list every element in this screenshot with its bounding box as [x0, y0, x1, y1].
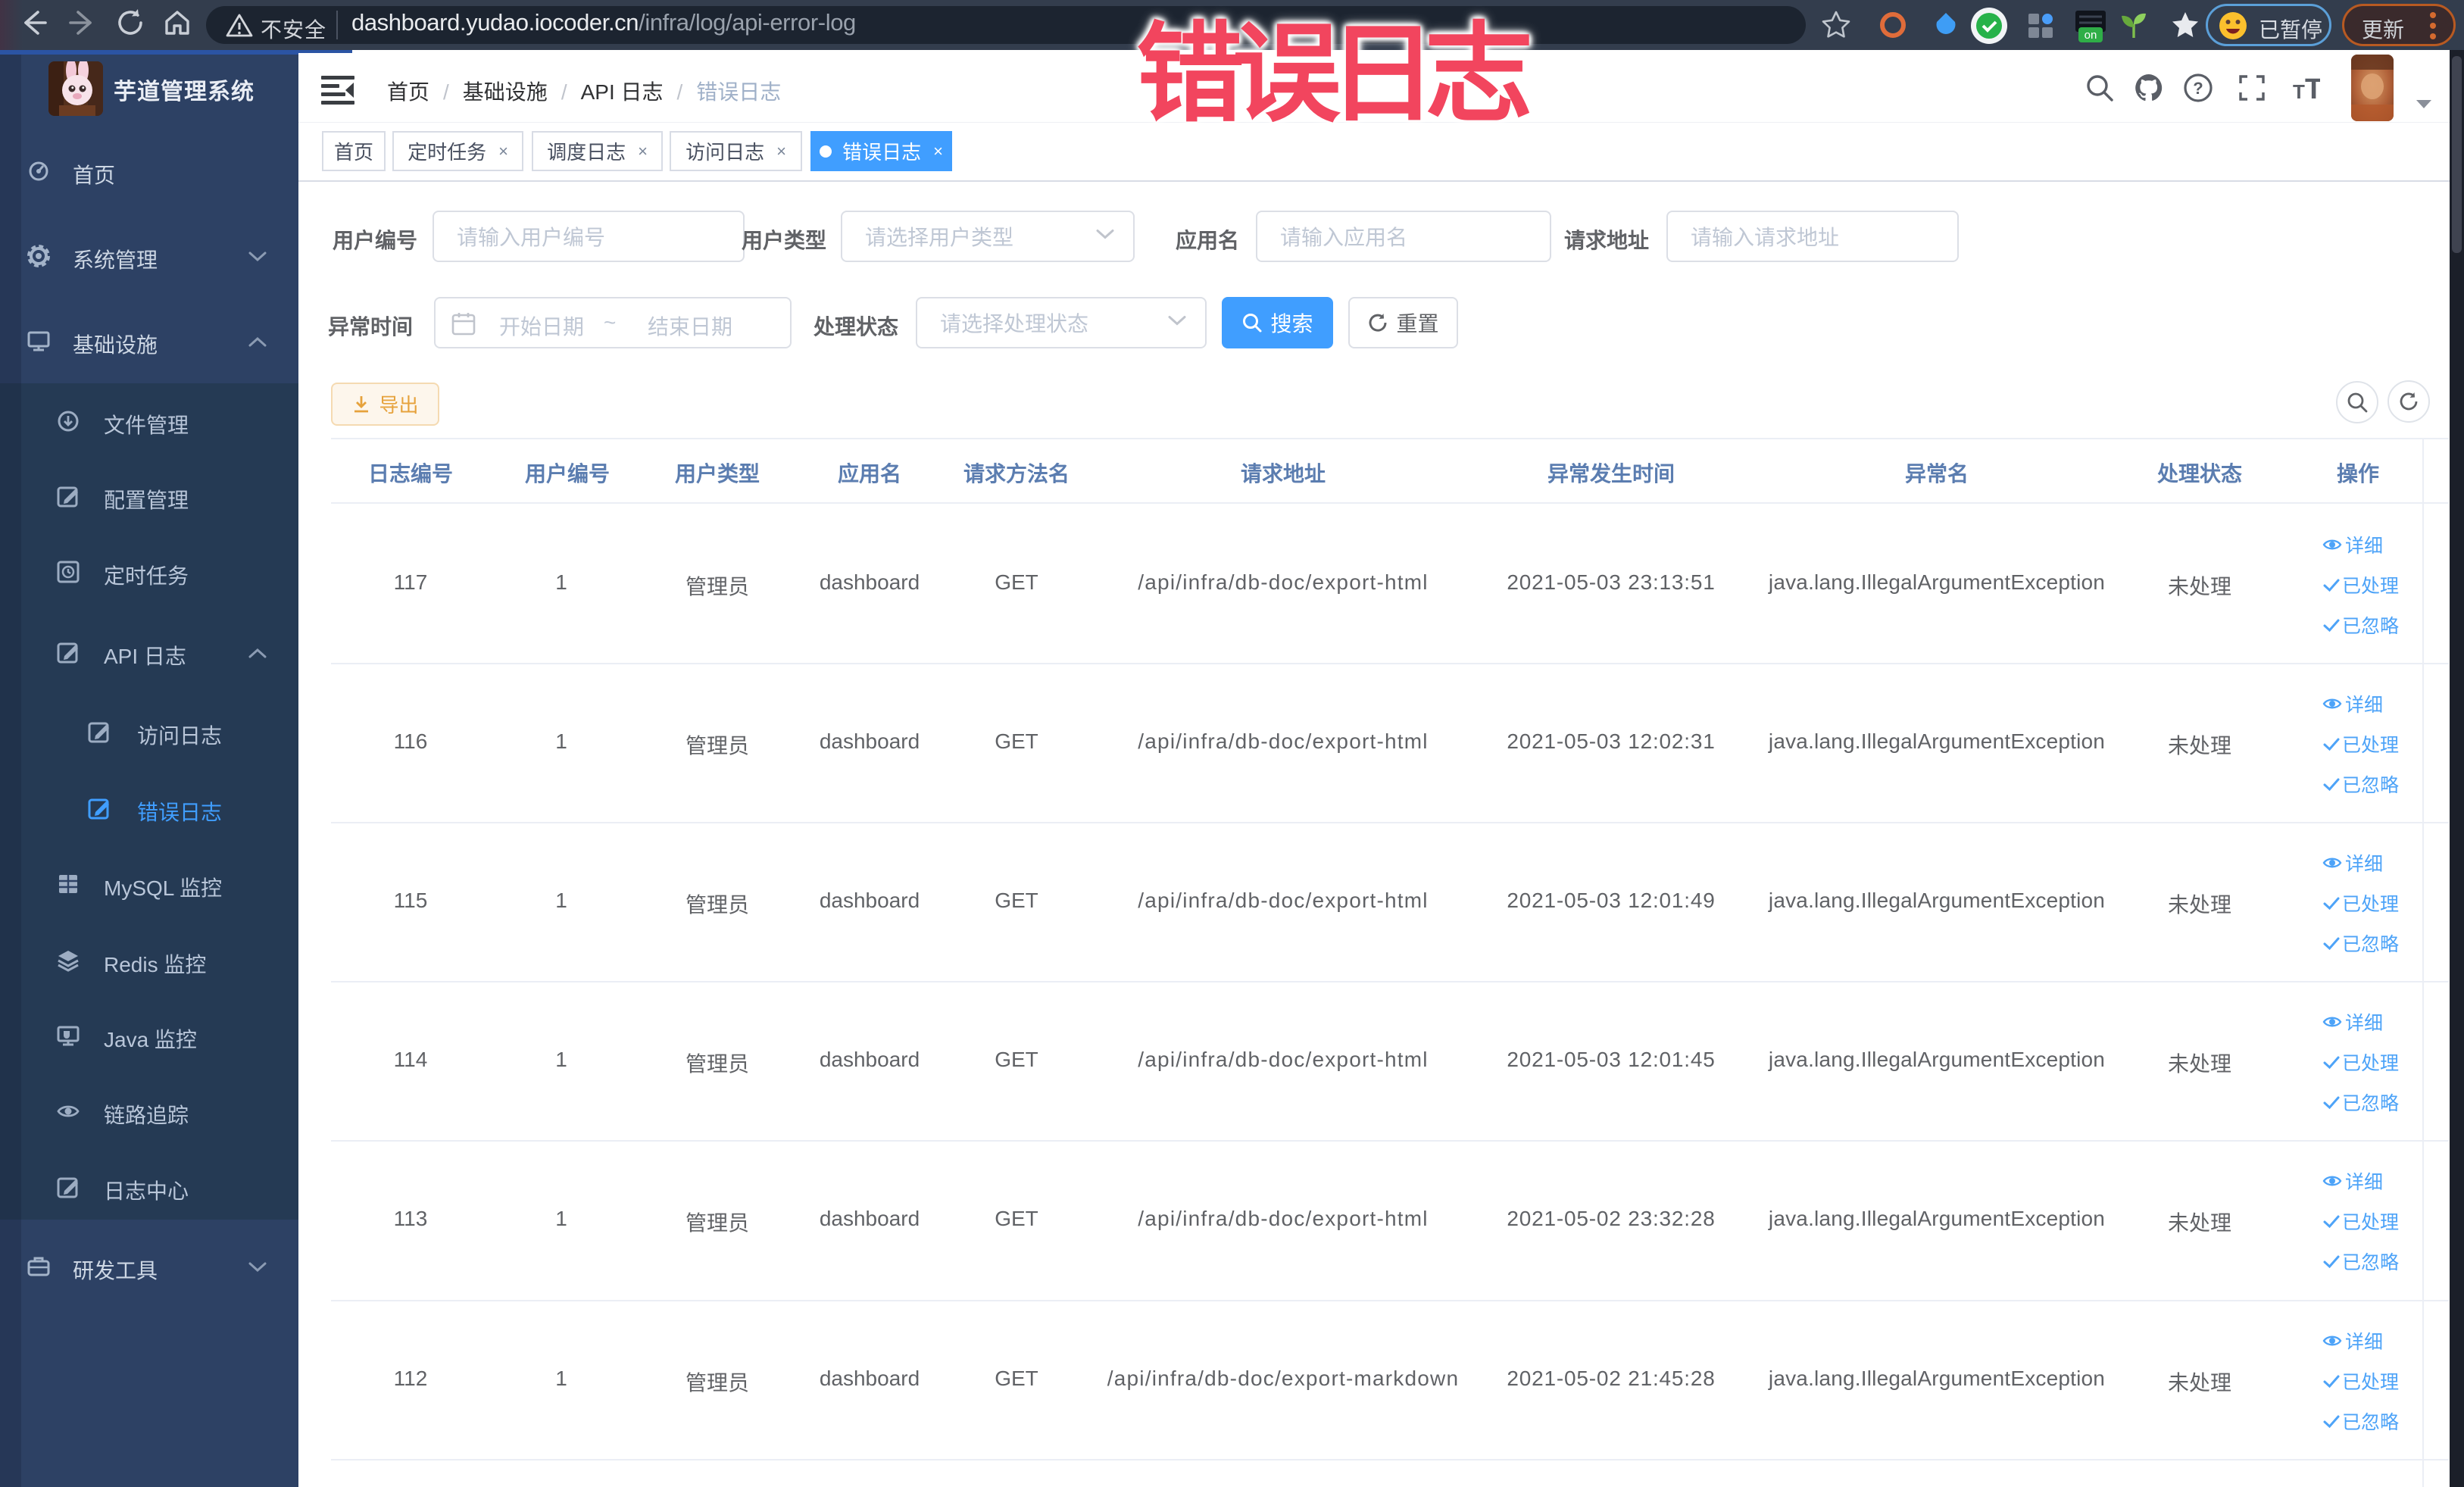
svg-text:?: ?	[2193, 79, 2203, 98]
svg-text:on: on	[2085, 29, 2097, 42]
svg-text:T: T	[2293, 80, 2305, 103]
svg-text:T: T	[2305, 73, 2320, 103]
